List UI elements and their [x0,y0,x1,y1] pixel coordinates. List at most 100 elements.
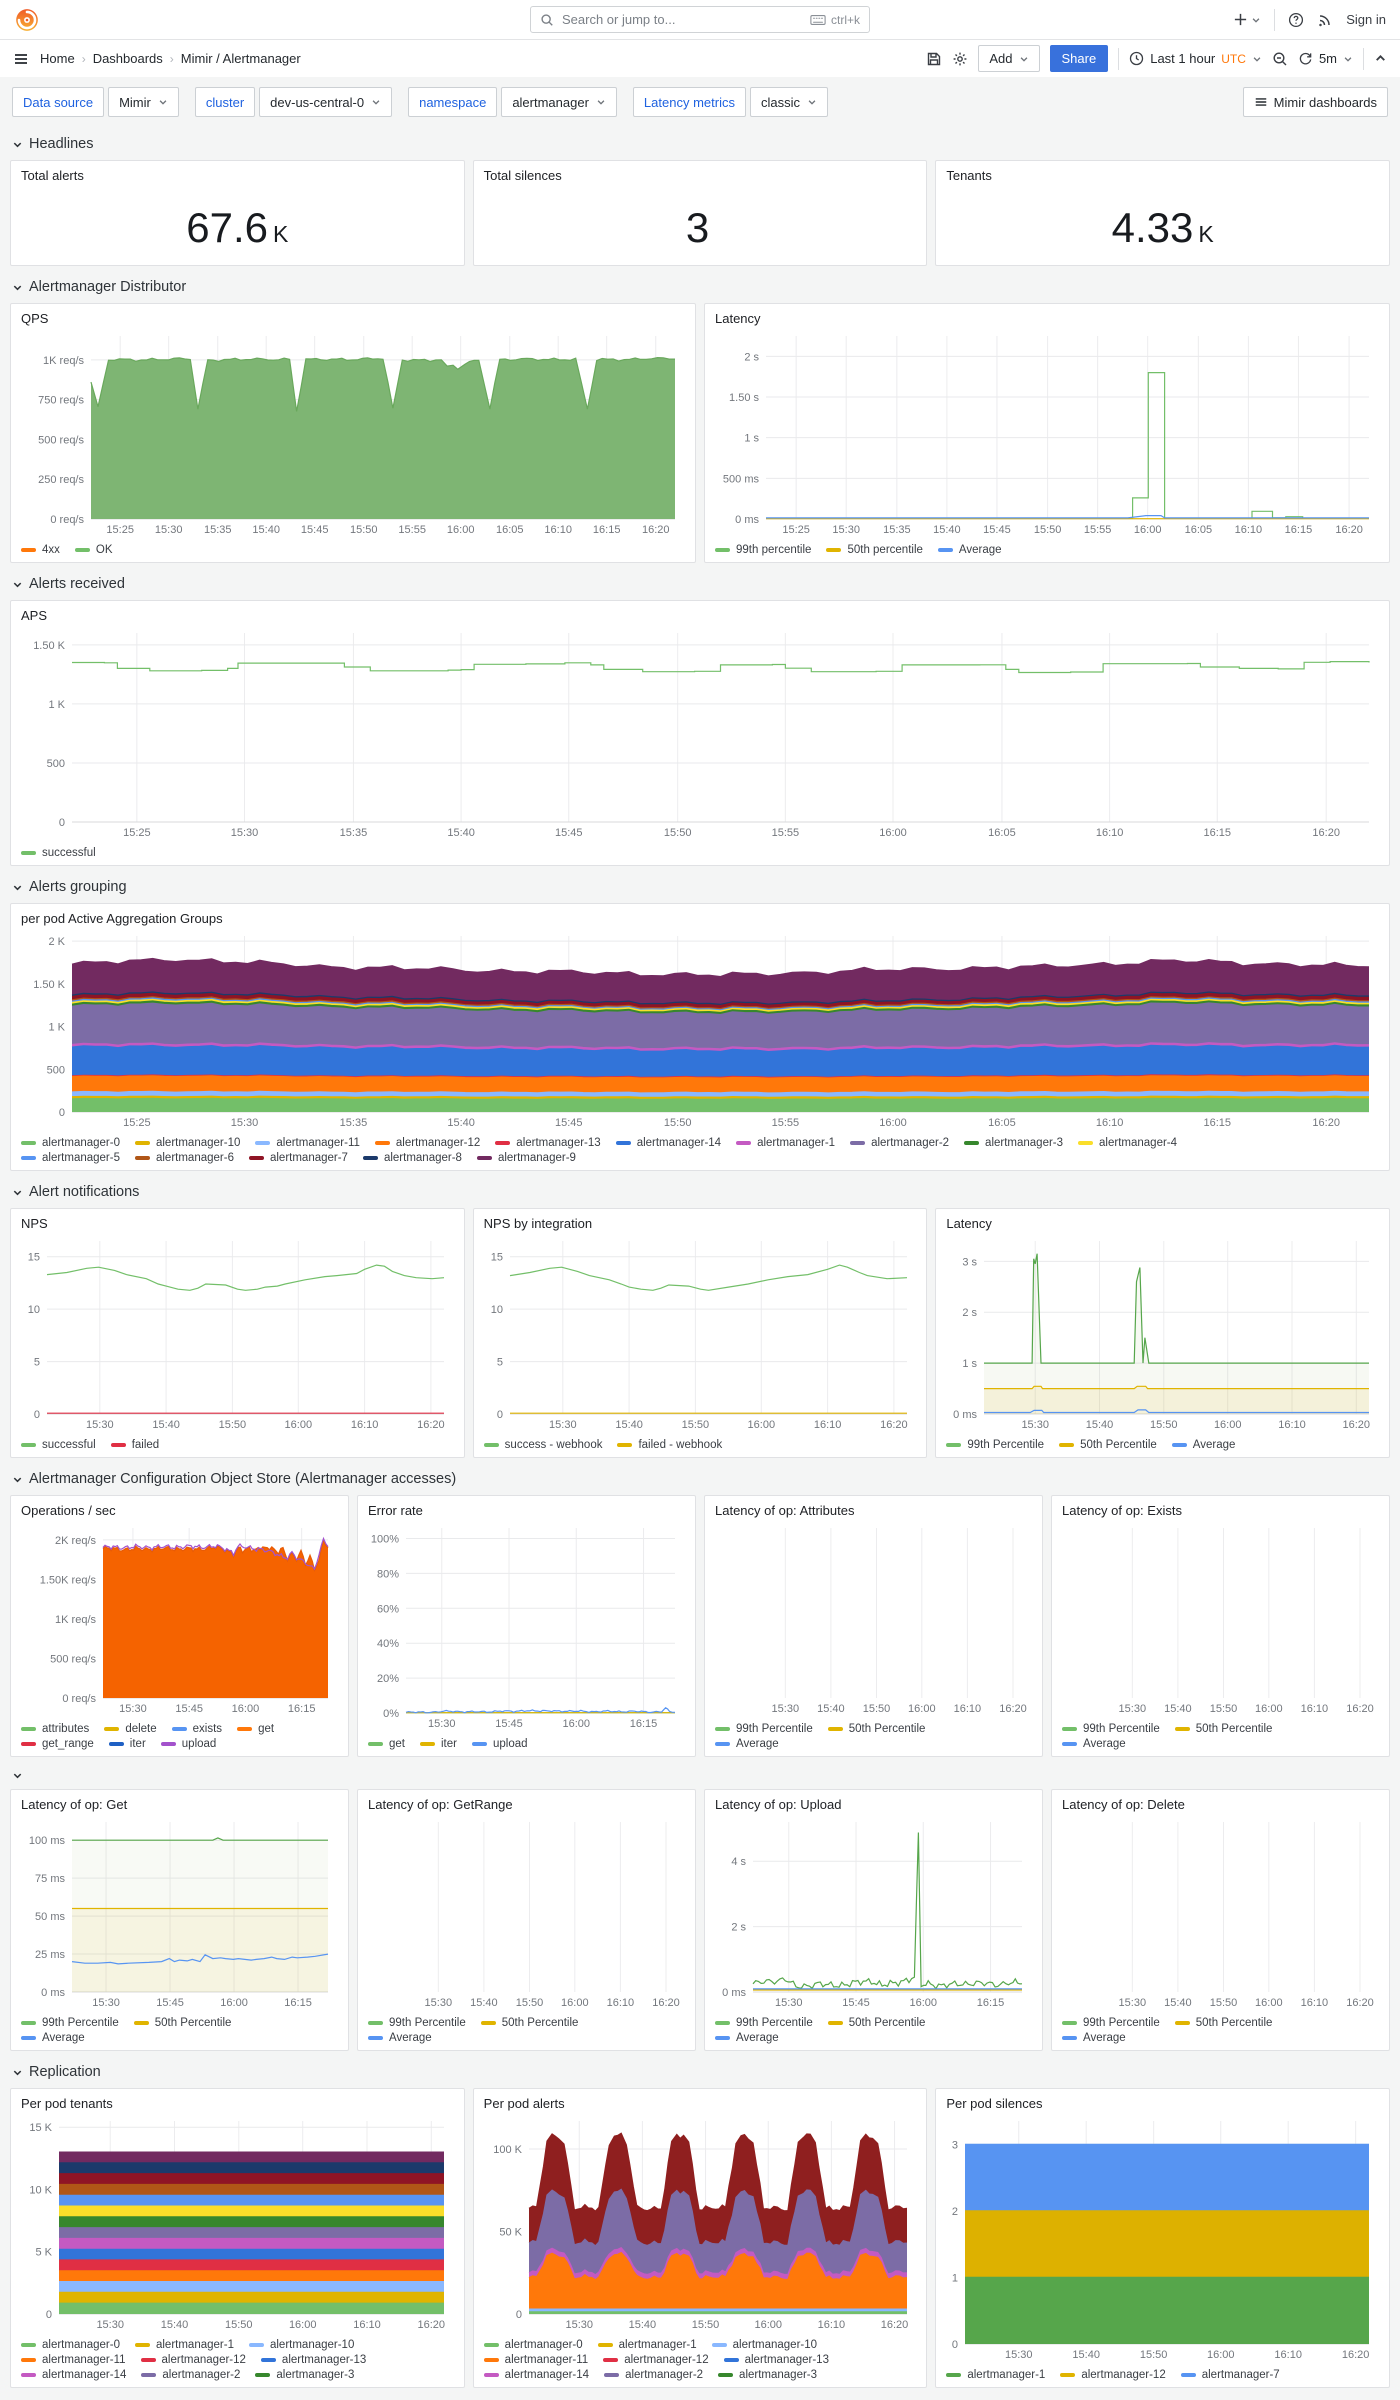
legend-item[interactable]: failed [110,1439,159,1451]
section-collapsed-untitled[interactable] [12,1770,1388,1781]
news-rss-icon[interactable] [1317,12,1333,28]
breadcrumb-home[interactable]: Home [40,51,75,66]
time-range-picker[interactable]: Last 1 hour UTC [1129,51,1262,66]
legend-item[interactable]: alertmanager-7 [1180,2369,1280,2381]
grafana-logo-icon[interactable] [14,7,40,33]
legend-item[interactable]: 50th Percentile [133,2017,231,2029]
legend-item[interactable]: Average [1062,2032,1126,2044]
legend-item[interactable]: alertmanager-7 [248,1152,348,1164]
legend-item[interactable]: alertmanager-1 [736,1137,835,1149]
legend-item[interactable]: upload [160,1738,216,1750]
distributor-latency-chart[interactable]: 0 ms 500 ms 1 s 1.50 s 2 s 15:25 15:30 15:35 15:… [715,328,1379,538]
section-alerts-grouping[interactable]: Alerts grouping [12,879,1388,895]
menu-hamburger-icon[interactable] [13,51,29,67]
panel-title[interactable]: QPS [21,311,685,326]
legend-item[interactable]: Average [715,1738,779,1750]
legend-item[interactable]: alertmanager-0 [483,2339,583,2351]
panel-title[interactable]: Error rate [368,1503,685,1518]
save-dashboard-icon[interactable] [926,51,942,67]
legend-item[interactable]: alertmanager-9 [476,1152,576,1164]
legend-item[interactable]: attributes [21,1723,89,1735]
section-replication[interactable]: Replication [12,2064,1388,2080]
legend-item[interactable]: alertmanager-2 [604,2369,703,2381]
legend-item[interactable]: 99th percentile [715,544,811,556]
legend-item[interactable]: alertmanager-0 [21,1137,120,1149]
panel-title[interactable]: Latency of op: Upload [715,1797,1032,1812]
notification-latency-chart[interactable]: 0 ms 1 s 2 s 3 s 15:30 15:40 15:50 16:00 16:10 16… [946,1233,1379,1433]
legend-item[interactable]: alertmanager-5 [21,1152,120,1164]
panel-title[interactable]: Latency of op: Get [21,1797,338,1812]
legend-item[interactable]: Average [1062,1738,1126,1750]
per-pod-silences-chart[interactable]: 0 1 2 3 15:30 15:40 15:50 16:00 16:10 16:20 [946,2113,1379,2363]
legend-item[interactable]: alertmanager-2 [141,2369,240,2381]
legend-item[interactable]: alertmanager-1 [134,2339,234,2351]
legend-item[interactable]: Average [1171,1439,1235,1451]
search-input[interactable]: Search or jump to... ctrl+k [530,6,870,33]
legend-item[interactable]: 99th Percentile [21,2017,119,2029]
legend-item[interactable]: alertmanager-2 [850,1137,949,1149]
share-button[interactable]: Share [1049,45,1109,72]
mimir-dashboards-button[interactable]: Mimir dashboards [1242,87,1388,117]
legend-item[interactable]: Average [715,2032,779,2044]
nps-by-integration-chart[interactable]: 0 5 10 15 15:30 15:40 15:50 16:00 16:10 16:20 [484,1233,917,1433]
legend-item[interactable]: 50th Percentile [1059,1439,1157,1451]
legend-item[interactable]: alertmanager-10 [248,2339,354,2351]
legend-item[interactable]: 99th Percentile [715,2017,813,2029]
panel-title[interactable]: Latency [946,1216,1379,1231]
panel-title[interactable]: Total silences [484,168,917,183]
legend-item[interactable]: delete [104,1723,157,1735]
section-distributor[interactable]: Alertmanager Distributor [12,279,1388,295]
panel-title[interactable]: Latency of op: Exists [1062,1503,1379,1518]
section-alert-notifications[interactable]: Alert notifications [12,1184,1388,1200]
legend-item[interactable]: 50th Percentile [1174,1723,1272,1735]
dashboard-settings-gear-icon[interactable] [952,51,968,67]
legend-item[interactable]: alertmanager-10 [134,1137,240,1149]
aggregation-groups-chart[interactable]: 0 500 1 K 1.50 K 2 K 15:25 15:30 15:35 15:40 15:4… [21,928,1379,1131]
error-rate-chart[interactable]: 0% 20% 40% 60% 80% 100% 15:30 15:45 16:00 16:15 [368,1520,685,1732]
section-config-store[interactable]: Alertmanager Configuration Object Store … [12,1471,1388,1487]
panel-title[interactable]: Latency of op: Delete [1062,1797,1379,1812]
variable-latency-metrics-label[interactable]: Latency metrics [632,87,746,117]
latency-attributes-chart[interactable]: 15:30 15:40 15:50 16:00 16:10 16:20 [715,1520,1032,1717]
legend-item[interactable]: alertmanager-12 [1060,2369,1166,2381]
legend-item[interactable]: 50th percentile [826,544,923,556]
legend-item[interactable]: get [237,1723,274,1735]
legend-item[interactable]: get_range [21,1738,94,1750]
legend-item[interactable]: alertmanager-14 [21,2369,126,2381]
zoom-out-time-icon[interactable] [1272,51,1288,67]
panel-title[interactable]: per pod Active Aggregation Groups [21,911,1379,926]
panel-title[interactable]: Total alerts [21,168,454,183]
variable-datasource-select[interactable]: Mimir [108,87,179,117]
legend-item[interactable]: alertmanager-11 [255,1137,360,1149]
panel-title[interactable]: APS [21,608,1379,623]
legend-item[interactable]: 4xx [21,544,60,556]
aps-chart[interactable]: 0 500 1 K 1.50 K 15:25 15:30 15:35 15:40 15:45 15… [21,625,1379,841]
panel-title[interactable]: Latency of op: GetRange [368,1797,685,1812]
panel-title[interactable]: Latency [715,311,1379,326]
panel-title[interactable]: Per pod silences [946,2096,1379,2111]
variable-latency-metrics-select[interactable]: classic [749,87,828,117]
latency-upload-chart[interactable]: 0 ms 2 s 4 s 15:30 15:45 16:00 16:15 [715,1814,1032,2011]
legend-item[interactable]: alertmanager-11 [21,2354,126,2366]
legend-item[interactable]: 99th Percentile [946,1439,1044,1451]
panel-title[interactable]: NPS [21,1216,454,1231]
legend-item[interactable]: alertmanager-6 [134,1152,234,1164]
nps-chart[interactable]: 0 5 10 15 15:30 15:40 15:50 16:00 16:10 16:20 [21,1233,454,1433]
legend-item[interactable]: get [368,1738,405,1750]
legend-item[interactable]: alertmanager-14 [483,2369,589,2381]
legend-item[interactable]: alertmanager-3 [964,1137,1063,1149]
sign-in-link[interactable]: Sign in [1346,12,1386,27]
legend-item[interactable]: 50th Percentile [480,2017,578,2029]
legend-item[interactable]: iter [420,1738,457,1750]
legend-item[interactable]: alertmanager-10 [711,2339,817,2351]
latency-exists-chart[interactable]: 15:30 15:40 15:50 16:00 16:10 16:20 [1062,1520,1379,1717]
legend-item[interactable]: Average [368,2032,432,2044]
legend-item[interactable]: 99th Percentile [715,1723,813,1735]
variable-namespace-select[interactable]: alertmanager [501,87,617,117]
panel-title[interactable]: NPS by integration [484,1216,917,1231]
latency-delete-chart[interactable]: 15:30 15:40 15:50 16:00 16:10 16:20 [1062,1814,1379,2011]
legend-item[interactable]: alertmanager-1 [946,2369,1045,2381]
operations-sec-chart[interactable]: 0 req/s 500 req/s 1K req/s 1.50K req/s 2K re… [21,1520,338,1717]
legend-item[interactable]: alertmanager-12 [374,1137,480,1149]
legend-item[interactable]: exists [171,1723,222,1735]
